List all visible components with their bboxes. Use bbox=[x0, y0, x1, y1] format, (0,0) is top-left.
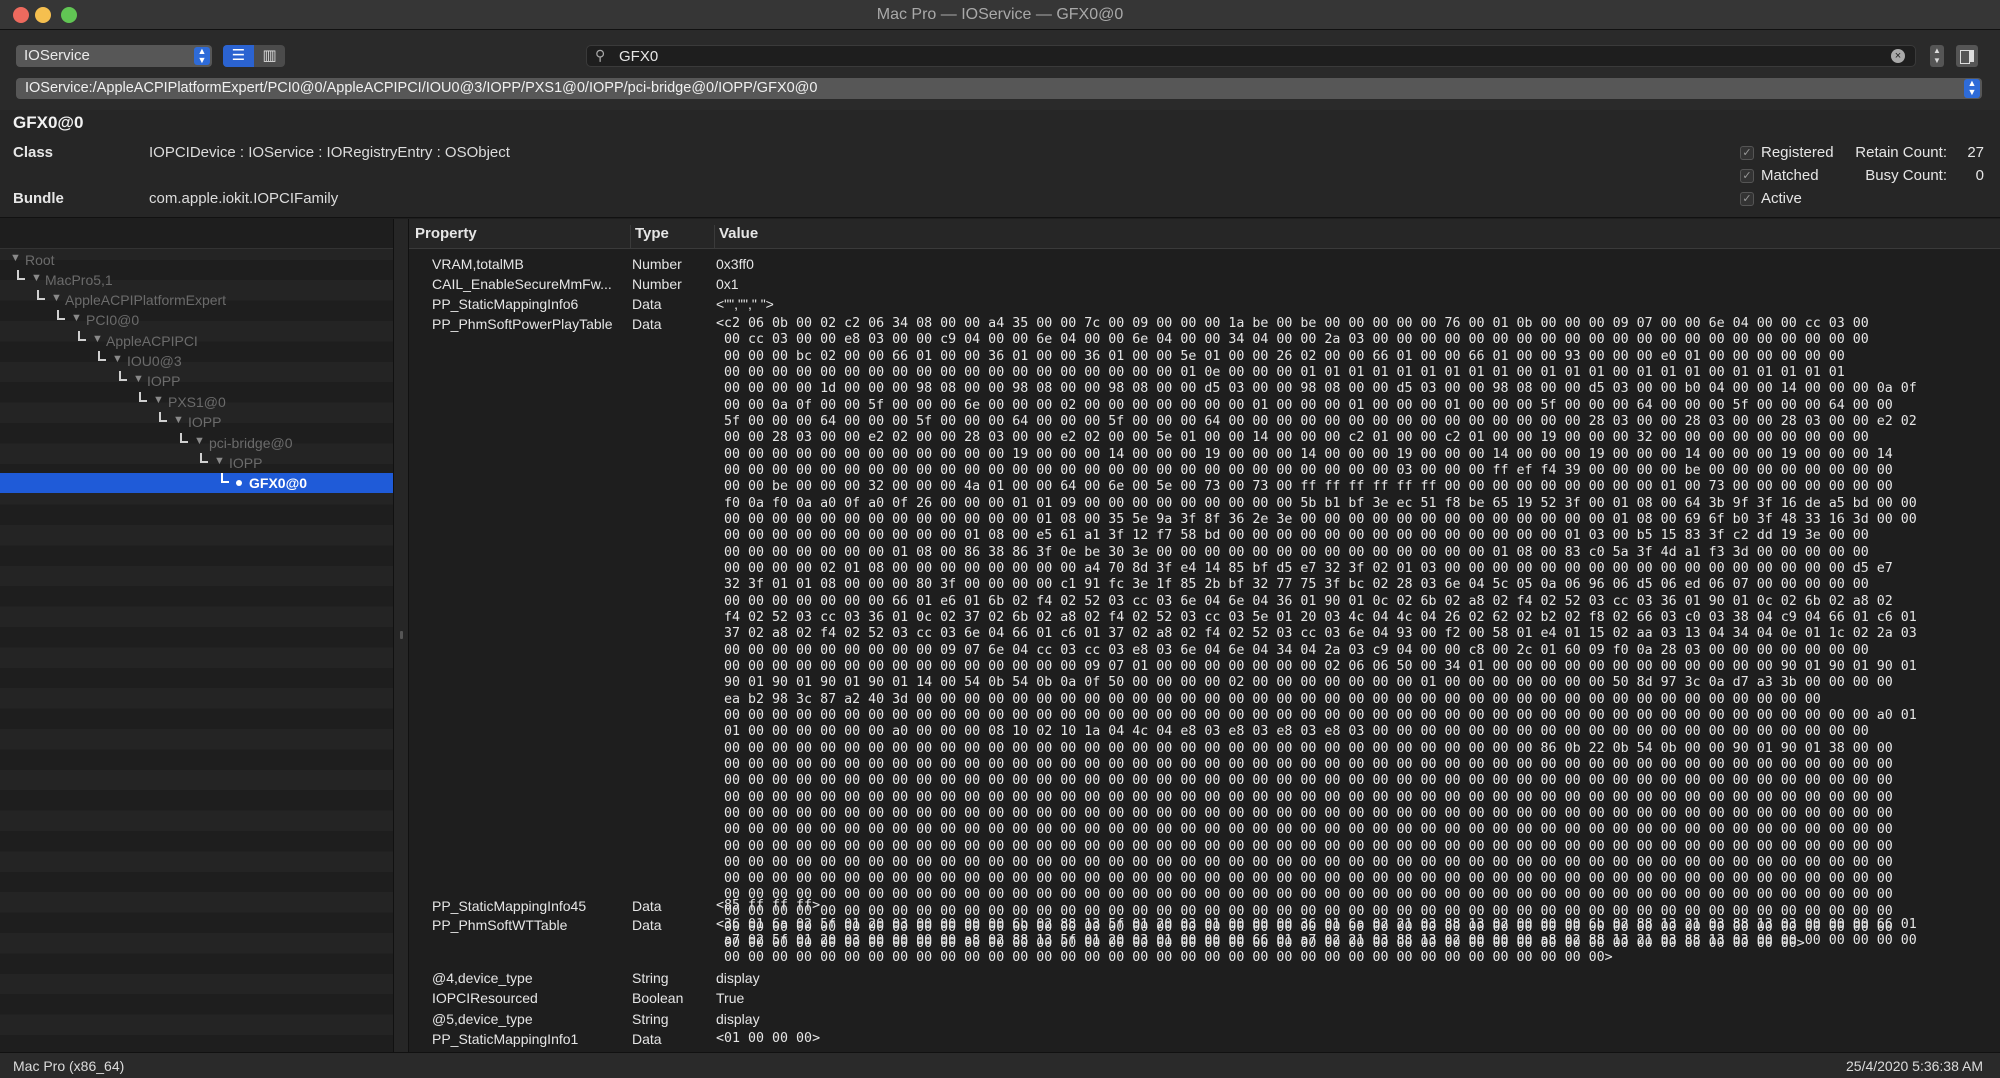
tree-connector bbox=[180, 433, 188, 443]
path-select[interactable]: IOService:/AppleACPIPlatformExpert/PCI0@… bbox=[16, 78, 1982, 99]
tree-connector bbox=[159, 412, 167, 422]
snapshot-timestamp: 25/4/2020 5:36:38 AM bbox=[1846, 1058, 1983, 1074]
inspector-toggle-button[interactable] bbox=[1956, 45, 1978, 67]
busy-count-label: Busy Count: bbox=[1865, 167, 1947, 184]
disclosure-triangle-icon[interactable]: ▼ bbox=[173, 414, 184, 426]
tree-connector bbox=[17, 270, 25, 280]
disclosure-triangle-icon[interactable]: ▼ bbox=[92, 333, 103, 345]
disclosure-triangle-icon[interactable]: ▼ bbox=[194, 435, 205, 447]
matched-label: Matched bbox=[1761, 167, 1819, 184]
registered-label: Registered bbox=[1761, 144, 1834, 161]
plane-select[interactable]: IOService ▲ ▼ bbox=[16, 45, 212, 67]
disclosure-triangle-icon[interactable]: ▼ bbox=[214, 455, 225, 467]
disclosure-triangle-icon[interactable]: ▼ bbox=[10, 252, 21, 264]
tree-connector bbox=[200, 453, 208, 463]
tree-node-iopp-2[interactable]: ▼ IOPP bbox=[0, 412, 393, 432]
tree-connector bbox=[57, 310, 65, 320]
leaf-dot-icon bbox=[236, 480, 242, 486]
tree-node-pxs1[interactable]: ▼ PXS1@0 bbox=[0, 392, 393, 412]
view-mode-segmented-control: ☰ ▥ bbox=[223, 45, 285, 67]
value-column-header[interactable]: Value bbox=[715, 225, 1995, 249]
window-title: Mac Pro — IOService — GFX0@0 bbox=[876, 6, 1124, 23]
list-view-button[interactable]: ☰ bbox=[223, 45, 254, 67]
entry-info-panel: GFX0@0 Class IOPCIDevice : IOService : I… bbox=[0, 110, 2000, 218]
active-label: Active bbox=[1761, 190, 1802, 207]
search-field[interactable]: ⚲ GFX0 × bbox=[586, 45, 1916, 67]
tree-node-pci0[interactable]: ▼ PCI0@0 bbox=[0, 310, 393, 330]
registry-tree[interactable]: ▼ Root ▼ MacPro5,1 ▼ AppleACPIPlatformEx… bbox=[0, 219, 393, 1052]
disclosure-triangle-icon[interactable]: ▼ bbox=[71, 312, 82, 324]
tree-node-pci-bridge[interactable]: ▼ pci-bridge@0 bbox=[0, 433, 393, 453]
class-label: Class bbox=[13, 144, 54, 161]
property-table-scrollbar[interactable] bbox=[1988, 249, 2000, 1052]
tree-node-root[interactable]: ▼ Root bbox=[0, 250, 393, 270]
tree-node-acpipci[interactable]: ▼ AppleACPIPCI bbox=[0, 331, 393, 351]
disclosure-triangle-icon[interactable]: ▼ bbox=[153, 394, 164, 406]
retain-count-label: Retain Count: bbox=[1855, 144, 1947, 161]
tree-header bbox=[0, 219, 393, 249]
entry-name: GFX0@0 bbox=[13, 113, 84, 132]
property-table-header: Property Type Value bbox=[409, 219, 2000, 249]
list-icon: ☰ bbox=[231, 47, 246, 64]
updown-chevron-icon: ▲ ▼ bbox=[1964, 79, 1980, 98]
matched-checkbox: ✓ bbox=[1740, 169, 1754, 183]
disclosure-triangle-icon[interactable]: ▼ bbox=[133, 373, 144, 385]
disclosure-triangle-icon[interactable]: ▼ bbox=[51, 292, 62, 304]
tree-connector bbox=[37, 290, 45, 300]
busy-count-value: 0 bbox=[1975, 167, 1984, 184]
registered-checkbox: ✓ bbox=[1740, 146, 1754, 160]
retain-count-value: 27 bbox=[1967, 144, 1984, 161]
class-value: IOPCIDevice : IOService : IORegistryEntr… bbox=[149, 144, 510, 161]
path-value: IOService:/AppleACPIPlatformExpert/PCI0@… bbox=[25, 80, 818, 96]
tree-connector bbox=[139, 392, 147, 402]
columns-icon: ▥ bbox=[262, 47, 277, 64]
plane-select-value: IOService bbox=[24, 47, 90, 64]
machine-name: Mac Pro (x86_64) bbox=[13, 1058, 125, 1074]
disclosure-triangle-icon[interactable]: ▼ bbox=[112, 353, 123, 365]
search-icon: ⚲ bbox=[595, 47, 606, 63]
tree-connector bbox=[78, 331, 86, 341]
tree-node-macpro[interactable]: ▼ MacPro5,1 bbox=[0, 270, 393, 290]
updown-chevron-icon: ▲ ▼ bbox=[194, 47, 210, 65]
bundle-value: com.apple.iokit.IOPCIFamily bbox=[149, 190, 339, 207]
tree-node-iopp[interactable]: ▼ IOPP bbox=[0, 371, 393, 391]
tree-node-gfx0-selected[interactable]: GFX0@0 bbox=[0, 473, 393, 493]
column-view-button[interactable]: ▥ bbox=[254, 45, 285, 67]
bundle-label: Bundle bbox=[13, 190, 64, 207]
toolbar: IOService ▲ ▼ ☰ ▥ ⚲ GFX0 × ▲ ▼ IOService:/… bbox=[0, 30, 2000, 118]
tree-connector bbox=[119, 371, 127, 381]
tree-node-iopp-3[interactable]: ▼ IOPP bbox=[0, 453, 393, 473]
title-bar: Mac Pro — IOService — GFX0@0 bbox=[0, 0, 2000, 30]
clear-search-icon[interactable]: × bbox=[1891, 49, 1905, 63]
tree-connector bbox=[221, 473, 229, 483]
tree-connector bbox=[98, 351, 106, 361]
type-column-header[interactable]: Type bbox=[631, 225, 715, 249]
tree-node-iou0[interactable]: ▼ IOU0@3 bbox=[0, 351, 393, 371]
search-options-stepper[interactable]: ▲ ▼ bbox=[1930, 45, 1944, 67]
disclosure-triangle-icon[interactable]: ▼ bbox=[31, 272, 42, 284]
property-column-header[interactable]: Property bbox=[411, 225, 631, 249]
pane-splitter[interactable] bbox=[393, 219, 409, 1052]
status-bar: Mac Pro (x86_64) 25/4/2020 5:36:38 AM bbox=[0, 1052, 2000, 1078]
property-table[interactable]: Property Type Value VRAM,totalMB Number … bbox=[409, 219, 2000, 1052]
search-input-value: GFX0 bbox=[619, 48, 659, 65]
tree-node-platform-expert[interactable]: ▼ AppleACPIPlatformExpert bbox=[0, 290, 393, 310]
active-checkbox: ✓ bbox=[1740, 192, 1754, 206]
